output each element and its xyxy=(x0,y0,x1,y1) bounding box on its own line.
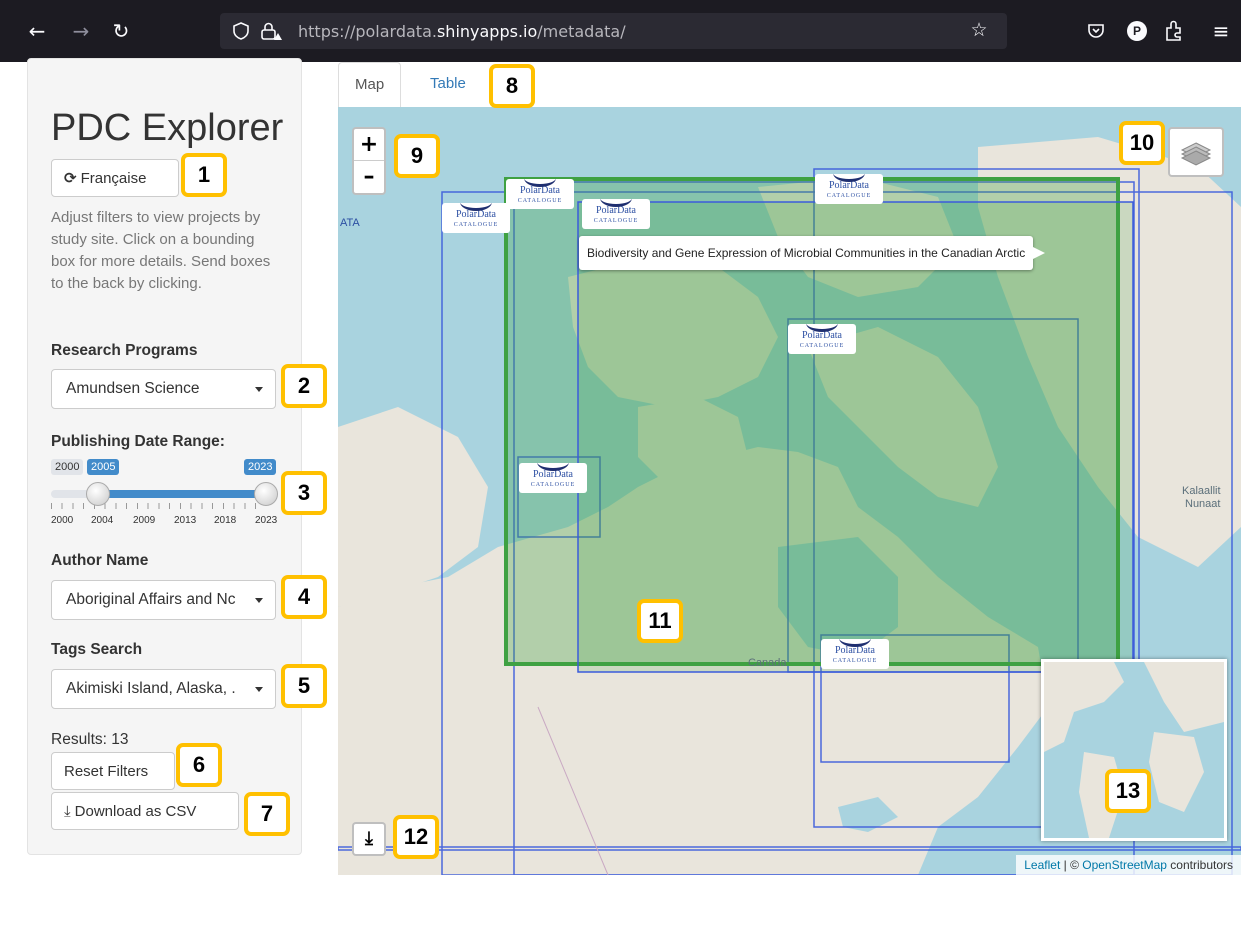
annotation-badge: 3 xyxy=(281,471,327,515)
chevron-down-icon xyxy=(255,387,263,392)
download-csv-button[interactable]: ⤓ Download as CSV xyxy=(51,792,239,830)
polardata-logo-marker[interactable]: PolarData CATALOGUE xyxy=(519,463,587,493)
slider-min-label: 2000 xyxy=(51,459,84,475)
zoom-out-button[interactable]: – xyxy=(354,161,384,193)
url-text: https://polardata.shinyapps.io/metadata/ xyxy=(298,22,626,41)
back-arrow-icon[interactable]: ← xyxy=(24,18,50,44)
minimap[interactable] xyxy=(1041,659,1227,841)
polardata-logo-marker[interactable]: PolarData CATALOGUE xyxy=(506,179,574,209)
research-programs-value: Amundsen Science xyxy=(66,380,200,397)
map-view[interactable]: PolarData CATALOGUE PolarData CATALOGUE Po… xyxy=(338,107,1241,875)
polardata-logo-marker[interactable]: PolarData CATALOGUE xyxy=(821,639,889,669)
polardata-logo-marker[interactable]: PolarData CATALOGUE xyxy=(582,199,650,229)
research-programs-select[interactable]: Amundsen Science xyxy=(51,369,276,409)
shield-icon xyxy=(233,22,249,40)
annotation-badge: 8 xyxy=(489,64,535,108)
pocket-icon[interactable] xyxy=(1087,22,1105,40)
download-icon: ⤓ xyxy=(64,802,71,820)
star-icon[interactable]: ☆ xyxy=(966,17,992,43)
tab-map-label: Map xyxy=(355,76,385,93)
annotation-badge: 9 xyxy=(394,134,440,178)
author-name-value: Aboriginal Affairs and Nc xyxy=(66,591,236,608)
tags-search-value: Akimiski Island, Alaska, . xyxy=(66,680,236,697)
annotation-badge: 10 xyxy=(1119,121,1165,165)
forward-arrow-icon[interactable]: → xyxy=(68,18,94,44)
layers-icon xyxy=(1180,142,1212,166)
map-attribution: Leaflet | © OpenStreetMap contributors xyxy=(1016,855,1241,875)
date-range-label: Publishing Date Range: xyxy=(51,433,225,450)
polardata-logo-marker[interactable]: PolarData CATALOGUE xyxy=(815,174,883,204)
minimap-land xyxy=(1144,662,1224,732)
language-toggle-button[interactable]: ⟳ Française xyxy=(51,159,179,197)
minimap-land xyxy=(1149,732,1204,812)
slider-handle-from[interactable] xyxy=(85,482,110,506)
map-download-button[interactable]: ⤓ xyxy=(352,822,386,856)
author-name-select[interactable]: Aboriginal Affairs and Nc xyxy=(51,580,276,620)
browser-toolbar: ← → ↻ https://polardata.shinyapps.io/met… xyxy=(0,0,1241,62)
osm-link[interactable]: OpenStreetMap xyxy=(1082,858,1167,872)
map-label-greenland: Kalaallit xyxy=(1182,485,1221,497)
polardata-logo-marker[interactable]: PolarData CATALOGUE xyxy=(788,324,856,354)
slider-tick-label: 2004 xyxy=(91,515,114,526)
annotation-badge: 4 xyxy=(281,575,327,619)
attribution-separator: | © xyxy=(1060,858,1083,872)
minimap-land xyxy=(1044,662,1124,752)
zoom-control: + – xyxy=(352,127,386,195)
attribution-tail: contributors xyxy=(1166,858,1233,872)
slider-tick-label: 2009 xyxy=(133,515,156,526)
annotation-badge: 13 xyxy=(1105,769,1151,813)
zoom-in-button[interactable]: + xyxy=(354,129,384,161)
reload-icon[interactable]: ↻ xyxy=(108,18,134,44)
menu-icon[interactable]: ≡ xyxy=(1208,18,1234,44)
language-button-label: Française xyxy=(80,169,147,187)
chevron-down-icon xyxy=(255,687,263,692)
address-bar[interactable]: https://polardata.shinyapps.io/metadata/… xyxy=(220,13,1007,49)
project-tooltip: Biodiversity and Gene Expression of Micr… xyxy=(579,236,1046,270)
tags-search-select[interactable]: Akimiski Island, Alaska, . xyxy=(51,669,276,709)
annotation-badge: 12 xyxy=(393,815,439,859)
map-edge-label: ATA xyxy=(340,217,360,229)
polardata-logo-marker[interactable]: PolarData CATALOGUE xyxy=(442,203,510,233)
tags-search-label: Tags Search xyxy=(51,641,143,658)
tab-table[interactable]: Table xyxy=(414,62,482,108)
date-range-slider-fill xyxy=(97,490,266,498)
app-title: PDC Explorer xyxy=(51,107,284,149)
map-label-canada: Canada xyxy=(748,657,787,669)
slider-from-label: 2005 xyxy=(87,459,120,475)
annotation-badge: 11 xyxy=(637,599,683,643)
slider-handle-to[interactable] xyxy=(254,482,278,506)
annotation-badge: 2 xyxy=(281,364,327,408)
slider-tick-label: 2013 xyxy=(174,515,197,526)
annotation-badge: 6 xyxy=(176,743,222,787)
annotation-badge: 7 xyxy=(244,792,290,836)
download-csv-label: Download as CSV xyxy=(74,802,197,820)
profile-avatar[interactable]: P xyxy=(1127,21,1147,41)
reset-filters-label: Reset Filters xyxy=(64,762,149,780)
lock-icon xyxy=(261,22,282,40)
map-label-greenland: Nunaat xyxy=(1185,498,1221,510)
slider-tick-label: 2018 xyxy=(214,515,237,526)
slider-to-label: 2023 xyxy=(244,459,277,475)
layers-button[interactable] xyxy=(1168,127,1224,177)
tab-table-label: Table xyxy=(430,75,466,92)
chevron-down-icon xyxy=(255,598,263,603)
instructions-text: Adjust filters to view projects by study… xyxy=(51,209,271,292)
research-programs-label: Research Programs xyxy=(51,342,198,359)
annotation-badge: 5 xyxy=(281,664,327,708)
results-count: Results: 13 xyxy=(51,731,129,748)
tab-map[interactable]: Map xyxy=(338,62,402,108)
leaflet-link[interactable]: Leaflet xyxy=(1024,858,1060,872)
slider-ticks xyxy=(51,503,266,509)
sidebar-panel: PDC Explorer ⟳ Française Adjust filters … xyxy=(27,58,302,855)
annotation-badge: 1 xyxy=(181,153,227,197)
reset-filters-button[interactable]: Reset Filters xyxy=(51,752,175,790)
extensions-icon[interactable] xyxy=(1164,20,1184,42)
slider-tick-label: 2023 xyxy=(255,515,278,526)
download-icon: ⤓ xyxy=(365,828,373,849)
refresh-icon: ⟳ xyxy=(64,169,77,187)
slider-tick-label: 2000 xyxy=(51,515,74,526)
author-name-label: Author Name xyxy=(51,552,149,569)
